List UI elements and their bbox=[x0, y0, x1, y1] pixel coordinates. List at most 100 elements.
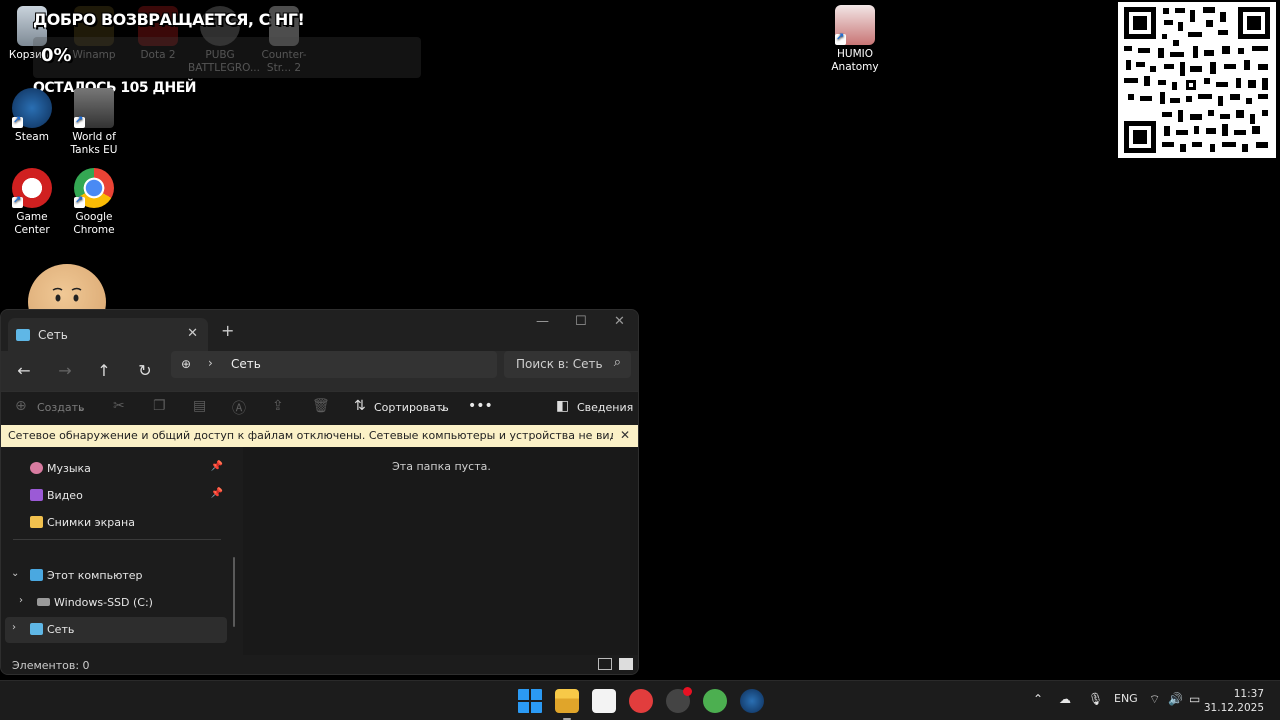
search-input[interactable]: Поиск в: Сеть ⌕ bbox=[504, 351, 631, 378]
search-placeholder: Поиск в: Сеть bbox=[516, 357, 603, 371]
nav-item-label: Windows-SSD (C:) bbox=[54, 596, 153, 609]
share-icon[interactable]: ⇪ bbox=[272, 398, 284, 414]
steam-taskbar-icon[interactable] bbox=[740, 689, 764, 713]
desktop-icon-humio-anatomy[interactable]: HUMIO Anatomy bbox=[823, 5, 887, 74]
sort-icon: ⇅ bbox=[354, 398, 366, 414]
empty-folder-message: Эта папка пуста. bbox=[392, 460, 491, 473]
world-of-tanks-icon bbox=[74, 88, 114, 128]
chevron-down-icon[interactable]: ⌄ bbox=[11, 568, 19, 579]
desktop-icon-steam[interactable]: Steam bbox=[0, 88, 64, 144]
language-indicator[interactable]: ENG bbox=[1114, 692, 1138, 705]
yandex-browser-taskbar-icon[interactable] bbox=[629, 689, 653, 713]
cloud-icon[interactable]: ☁ bbox=[1059, 692, 1071, 706]
nav-item-windows-ssd[interactable]: › Windows-SSD (C:) bbox=[5, 590, 227, 616]
command-bar: ⊕ Создать ⌄ ✂ ❐ ▤ Ⓐ ⇪ 🗑 ⇅ Сортировать ⌄ … bbox=[1, 391, 638, 425]
details-view-icon[interactable] bbox=[598, 658, 612, 670]
desktop-icon-label: HUMIO Anatomy bbox=[831, 48, 879, 73]
desktop-icon-world-of-tanks[interactable]: World of Tanks EU bbox=[62, 88, 126, 157]
nav-item-screenshots[interactable]: Снимки экрана bbox=[5, 510, 227, 536]
app-taskbar-icon[interactable] bbox=[666, 687, 692, 713]
delete-icon[interactable]: 🗑 bbox=[312, 398, 330, 414]
music-icon bbox=[30, 462, 43, 474]
nav-item-network[interactable]: › Сеть bbox=[5, 617, 227, 643]
desktop-icon-google-chrome[interactable]: Google Chrome bbox=[62, 168, 126, 237]
title-bar: Сеть ✕ + — ☐ ✕ bbox=[1, 310, 638, 351]
wifi-icon[interactable]: ⌔ bbox=[1149, 692, 1160, 707]
tiles-view-icon[interactable] bbox=[619, 658, 633, 670]
desktop-icon-label: World of Tanks EU bbox=[70, 131, 118, 156]
nav-item-music[interactable]: Музыка 📌 bbox=[5, 456, 227, 482]
store-taskbar-icon[interactable] bbox=[592, 689, 616, 713]
new-tab-button[interactable]: + bbox=[221, 321, 234, 340]
network-icon bbox=[16, 329, 30, 341]
clock-time: 11:37 bbox=[1233, 688, 1264, 700]
up-button[interactable]: ↑ bbox=[94, 361, 114, 380]
search-icon: ⌕ bbox=[613, 355, 621, 370]
volume-icon[interactable]: 🔊 bbox=[1168, 692, 1183, 706]
chevron-right-icon[interactable]: › bbox=[208, 356, 213, 370]
file-explorer-taskbar-icon[interactable] bbox=[555, 689, 579, 720]
file-list-area[interactable]: Эта папка пуста. bbox=[243, 447, 638, 657]
game-center-icon bbox=[12, 168, 52, 208]
info-bar-message[interactable]: Сетевое обнаружение и общий доступ к фай… bbox=[8, 429, 613, 442]
network-discovery-info-bar[interactable]: Сетевое обнаружение и общий доступ к фай… bbox=[1, 425, 638, 447]
create-chevron-icon: ⌄ bbox=[77, 401, 87, 414]
network-icon bbox=[30, 623, 43, 635]
nav-item-label: Сеть bbox=[47, 623, 75, 636]
tab-network[interactable]: Сеть ✕ bbox=[8, 318, 208, 351]
desktop-icon-game-center[interactable]: Game Center bbox=[0, 168, 64, 237]
taskbar: ⌃ ☁ 🎙 ENG ⌔ 🔊 ▭ 11:37 31.12.2025 bbox=[0, 680, 1280, 720]
address-path: Сеть bbox=[231, 357, 261, 371]
navigation-bar: ← → ↑ ↻ ⊕ › Сеть Поиск в: Сеть ⌕ bbox=[1, 351, 638, 391]
microphone-icon[interactable]: 🎙 bbox=[1088, 692, 1103, 706]
show-hidden-icons-button[interactable]: ⌃ bbox=[1033, 692, 1043, 706]
nav-item-label: Этот компьютер bbox=[47, 569, 143, 582]
drive-icon bbox=[37, 598, 50, 606]
refresh-button[interactable]: ↻ bbox=[135, 361, 155, 380]
close-tab-icon[interactable]: ✕ bbox=[187, 326, 198, 341]
tab-title: Сеть bbox=[38, 328, 68, 342]
utorrent-taskbar-icon[interactable] bbox=[703, 689, 727, 713]
minimize-button[interactable]: — bbox=[536, 314, 549, 329]
pin-icon[interactable]: 📌 bbox=[211, 461, 223, 472]
back-button[interactable]: ← bbox=[14, 361, 34, 380]
nav-scrollbar[interactable] bbox=[233, 557, 235, 627]
overlay-banner bbox=[33, 37, 421, 78]
chrome-icon bbox=[74, 168, 114, 208]
computer-icon bbox=[30, 569, 43, 581]
rename-icon[interactable]: Ⓐ bbox=[232, 398, 246, 418]
paste-icon[interactable]: ▤ bbox=[193, 398, 206, 414]
anatomy-icon bbox=[835, 5, 875, 45]
nav-item-label: Видео bbox=[47, 489, 83, 502]
welcome-text: ДОБРО ВОЗВРАЩАЕТСЯ, С НГ! bbox=[33, 10, 305, 29]
desktop-icon-label: Google Chrome bbox=[73, 211, 115, 236]
desktop-icon-label: Steam bbox=[15, 131, 49, 143]
chevron-right-icon[interactable]: › bbox=[12, 622, 16, 633]
nav-item-this-pc[interactable]: ⌄ Этот компьютер bbox=[5, 563, 227, 589]
more-options-icon[interactable]: ••• bbox=[468, 398, 493, 414]
forward-button[interactable]: → bbox=[55, 361, 75, 380]
battery-icon[interactable]: ▭ bbox=[1189, 692, 1200, 706]
item-count: Элементов: 0 bbox=[12, 659, 90, 672]
copy-icon[interactable]: ❐ bbox=[153, 398, 166, 414]
cut-icon[interactable]: ✂ bbox=[113, 398, 125, 414]
details-button[interactable]: Сведения bbox=[577, 401, 633, 414]
clock[interactable]: 11:37 31.12.2025 bbox=[1204, 687, 1264, 715]
plus-circle-icon: ⊕ bbox=[15, 398, 27, 414]
details-pane-icon: ◧ bbox=[556, 398, 570, 414]
chevron-right-icon[interactable]: › bbox=[19, 595, 23, 606]
close-info-bar-icon[interactable]: ✕ bbox=[620, 428, 630, 442]
nav-item-videos[interactable]: Видео 📌 bbox=[5, 483, 227, 509]
video-icon bbox=[30, 489, 43, 501]
steam-icon bbox=[12, 88, 52, 128]
close-window-button[interactable]: ✕ bbox=[614, 314, 625, 329]
nav-item-label: Музыка bbox=[47, 462, 91, 475]
pin-icon[interactable]: 📌 bbox=[211, 488, 223, 499]
file-explorer-window: Сеть ✕ + — ☐ ✕ ← → ↑ ↻ ⊕ › Сеть Поиск в:… bbox=[0, 309, 639, 675]
folder-icon bbox=[30, 516, 43, 528]
maximize-button[interactable]: ☐ bbox=[575, 314, 587, 329]
progress-percent: 0% bbox=[41, 45, 72, 66]
desktop-icon-label: Game Center bbox=[14, 211, 50, 236]
start-button[interactable] bbox=[518, 689, 542, 713]
address-bar[interactable]: ⊕ › Сеть bbox=[171, 351, 497, 378]
